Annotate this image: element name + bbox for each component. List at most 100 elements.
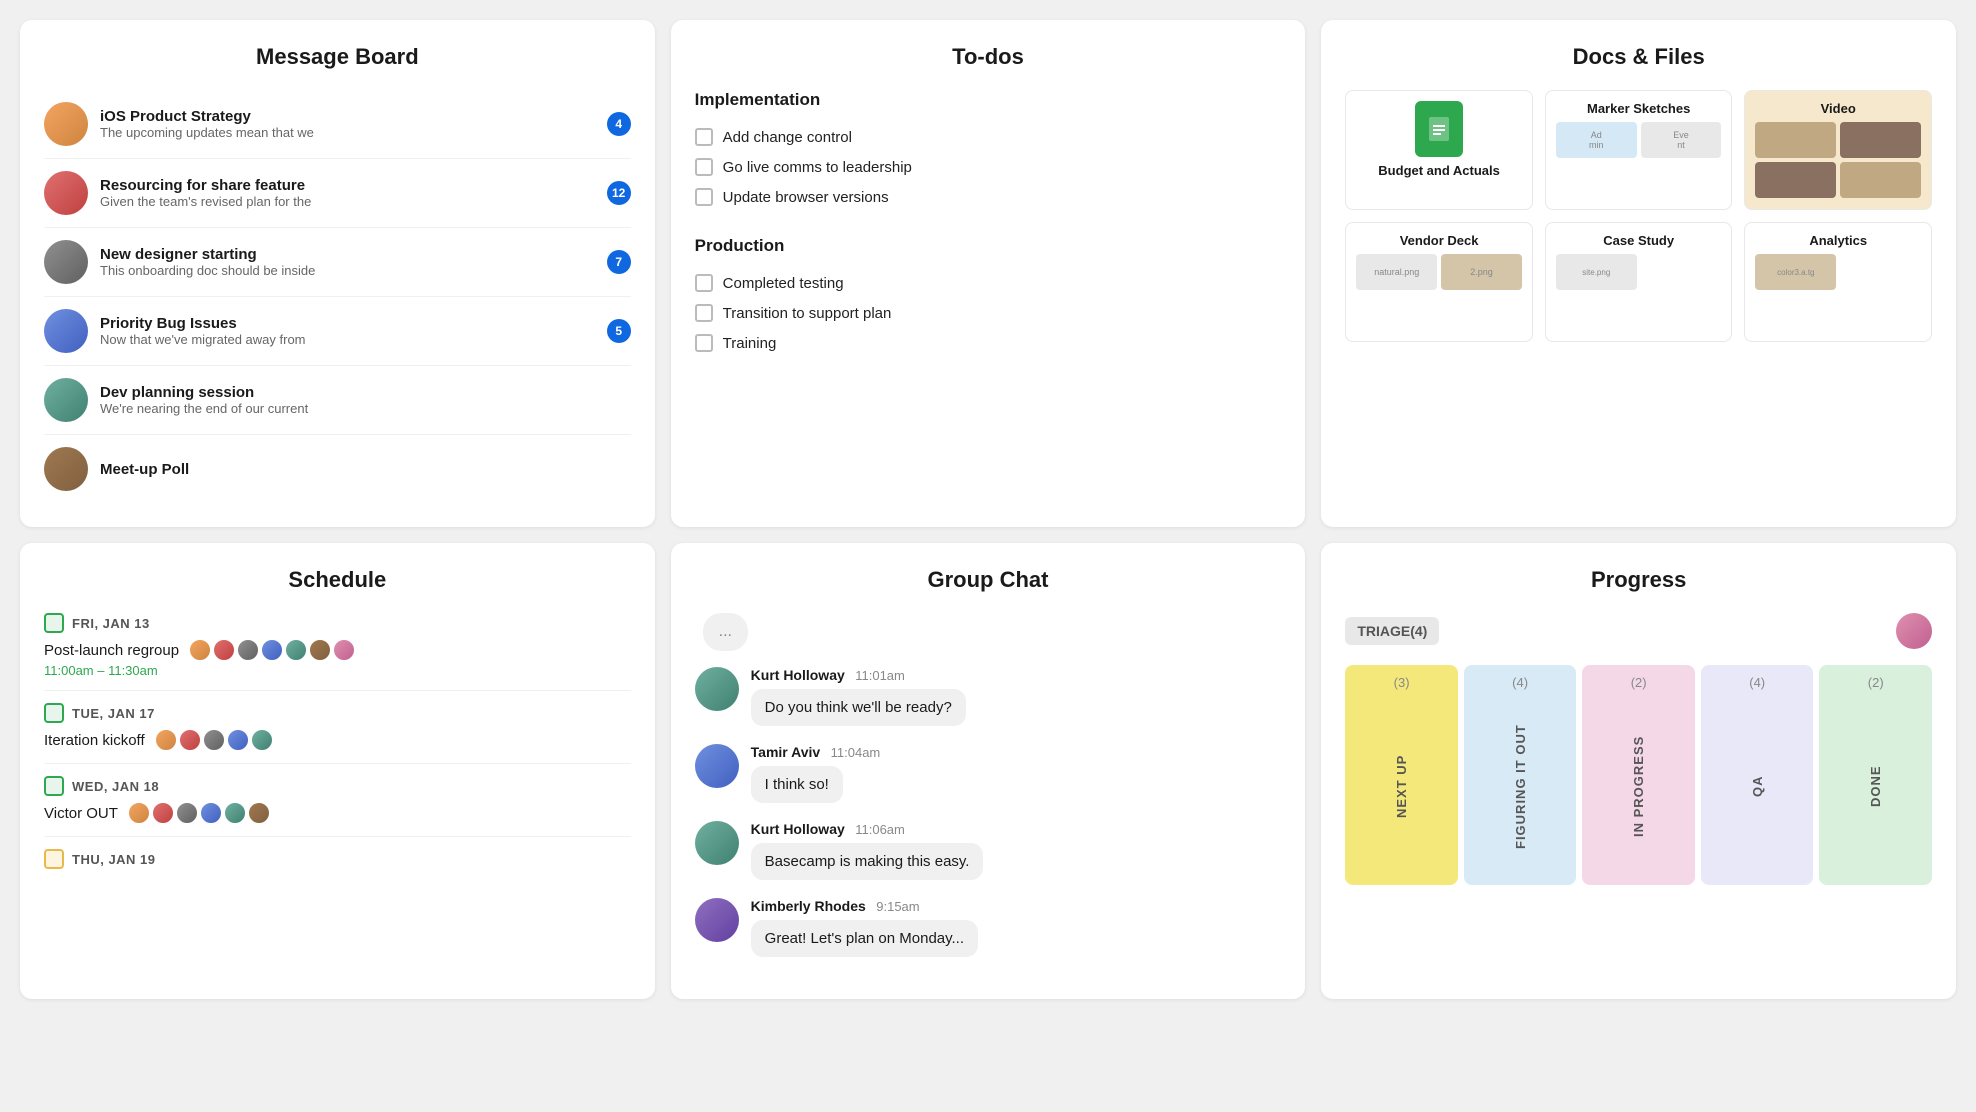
chat-text: Basecamp is making this easy. <box>751 843 984 880</box>
todo-item[interactable]: Update browser versions <box>695 182 1282 212</box>
mini-avatar <box>227 729 249 751</box>
message-badge: 12 <box>607 181 631 205</box>
schedule-divider <box>44 690 631 691</box>
mini-avatar <box>248 802 270 824</box>
mini-avatar <box>155 729 177 751</box>
chat-sender: Kimberly Rhodes 9:15am <box>751 898 978 916</box>
mini-avatar <box>200 802 222 824</box>
schedule-event[interactable]: WED, JAN 18 Victor OUT <box>44 776 631 824</box>
message-item[interactable]: New designer starting This onboarding do… <box>44 228 631 297</box>
schedule-divider <box>44 763 631 764</box>
chat-avatar <box>695 898 739 942</box>
doc-item[interactable]: Marker Sketches Admin Event <box>1545 90 1733 210</box>
date-icon <box>44 613 64 633</box>
doc-item[interactable]: Budget and Actuals <box>1345 90 1533 210</box>
todo-item[interactable]: Go live comms to leadership <box>695 152 1282 182</box>
chat-bubble-wrap: Kurt Holloway 11:06am Basecamp is making… <box>751 821 984 880</box>
event-title: Iteration kickoff <box>44 729 631 751</box>
todo-item[interactable]: Transition to support plan <box>695 298 1282 328</box>
todo-section: Implementation Add change control Go liv… <box>695 90 1282 212</box>
todo-item[interactable]: Add change control <box>695 122 1282 152</box>
todos-list: Implementation Add change control Go liv… <box>695 90 1282 358</box>
chat-text: I think so! <box>751 766 843 803</box>
doc-title: Analytics <box>1809 233 1867 248</box>
chat-time: 11:01am <box>855 668 905 683</box>
event-title: Post-launch regroup <box>44 639 631 661</box>
chat-sender: Kurt Holloway 11:06am <box>751 821 984 839</box>
doc-item[interactable]: Video <box>1744 90 1932 210</box>
message-content: iOS Product Strategy The upcoming update… <box>100 108 595 140</box>
message-title: Dev planning session <box>100 384 631 401</box>
message-title: New designer starting <box>100 246 595 263</box>
todo-item[interactable]: Completed testing <box>695 268 1282 298</box>
progress-columns: (3) NEXT UP (4) FIGURING IT OUT (2) IN P… <box>1345 665 1932 885</box>
chat-sender-name: Kurt Holloway <box>751 667 845 683</box>
video-thumb <box>1755 162 1836 198</box>
message-item[interactable]: Resourcing for share feature Given the t… <box>44 159 631 228</box>
avatar <box>44 240 88 284</box>
schedule-title: Schedule <box>44 567 631 593</box>
schedule-event[interactable]: FRI, JAN 13 Post-launch regroup 11:00am … <box>44 613 631 678</box>
todo-section-title: Production <box>695 236 1282 256</box>
docs-title: Docs & Files <box>1345 44 1932 70</box>
todo-checkbox[interactable] <box>695 158 713 176</box>
date-icon <box>44 849 64 869</box>
doc-item[interactable]: Case Study site.png <box>1545 222 1733 342</box>
mini-avatar <box>128 802 150 824</box>
schedule-card: Schedule FRI, JAN 13 Post-launch regroup… <box>20 543 655 999</box>
message-item[interactable]: iOS Product Strategy The upcoming update… <box>44 90 631 159</box>
chat-bubble-wrap: Kurt Holloway 11:01am Do you think we'll… <box>751 667 966 726</box>
todo-checkbox[interactable] <box>695 334 713 352</box>
date-label: FRI, JAN 13 <box>72 616 150 631</box>
todos-title: To-dos <box>695 44 1282 70</box>
message-content: Resourcing for share feature Given the t… <box>100 177 595 209</box>
avatar <box>44 309 88 353</box>
message-board-title: Message Board <box>44 44 631 70</box>
date-icon <box>44 703 64 723</box>
message-item[interactable]: Priority Bug Issues Now that we've migra… <box>44 297 631 366</box>
chat-avatar <box>695 744 739 788</box>
progress-column[interactable]: (3) NEXT UP <box>1345 665 1458 885</box>
progress-column[interactable]: (2) IN PROGRESS <box>1582 665 1695 885</box>
chat-message: Kurt Holloway 11:01am Do you think we'll… <box>695 667 1282 726</box>
todo-section-title: Implementation <box>695 90 1282 110</box>
doc-title: Marker Sketches <box>1587 101 1690 116</box>
todo-checkbox[interactable] <box>695 128 713 146</box>
avatar <box>44 102 88 146</box>
doc-item[interactable]: Vendor Deck natural.png 2.png <box>1345 222 1533 342</box>
todo-checkbox[interactable] <box>695 188 713 206</box>
message-list: iOS Product Strategy The upcoming update… <box>44 90 631 503</box>
todo-label: Update browser versions <box>723 189 889 206</box>
chat-message: Kimberly Rhodes 9:15am Great! Let's plan… <box>695 898 1282 957</box>
schedule-event[interactable]: THU, JAN 19 <box>44 849 631 875</box>
docs-card: Docs & Files Budget and Actuals Marker S… <box>1321 20 1956 527</box>
doc-title: Budget and Actuals <box>1378 163 1500 178</box>
mini-avatar <box>309 639 331 661</box>
todo-item[interactable]: Training <box>695 328 1282 358</box>
todo-label: Go live comms to leadership <box>723 159 912 176</box>
message-content: Priority Bug Issues Now that we've migra… <box>100 315 595 347</box>
doc-item[interactable]: Analytics color3.a.tg <box>1744 222 1932 342</box>
doc-thumbnails: Admin Event <box>1556 122 1722 158</box>
chat-sender-name: Kimberly Rhodes <box>751 898 866 914</box>
todo-checkbox[interactable] <box>695 304 713 322</box>
schedule-date: THU, JAN 19 <box>44 849 631 869</box>
message-item[interactable]: Dev planning session We're nearing the e… <box>44 366 631 435</box>
chat-typing-indicator: ... <box>703 613 748 651</box>
message-preview: We're nearing the end of our current <box>100 401 631 416</box>
progress-avatar <box>1896 613 1932 649</box>
message-preview: Given the team's revised plan for the <box>100 194 595 209</box>
schedule-date: TUE, JAN 17 <box>44 703 631 723</box>
schedule-event[interactable]: TUE, JAN 17 Iteration kickoff <box>44 703 631 751</box>
progress-column[interactable]: (4) FIGURING IT OUT <box>1464 665 1577 885</box>
chat-sender: Kurt Holloway 11:01am <box>751 667 966 685</box>
message-preview: The upcoming updates mean that we <box>100 125 595 140</box>
message-item[interactable]: Meet-up Poll <box>44 435 631 503</box>
chat-sender-name: Tamir Aviv <box>751 744 821 760</box>
doc-title: Case Study <box>1603 233 1674 248</box>
progress-column[interactable]: (4) QA <box>1701 665 1814 885</box>
todo-checkbox[interactable] <box>695 274 713 292</box>
message-title: Meet-up Poll <box>100 461 631 478</box>
progress-column[interactable]: (2) DONE <box>1819 665 1932 885</box>
mini-avatar <box>213 639 235 661</box>
